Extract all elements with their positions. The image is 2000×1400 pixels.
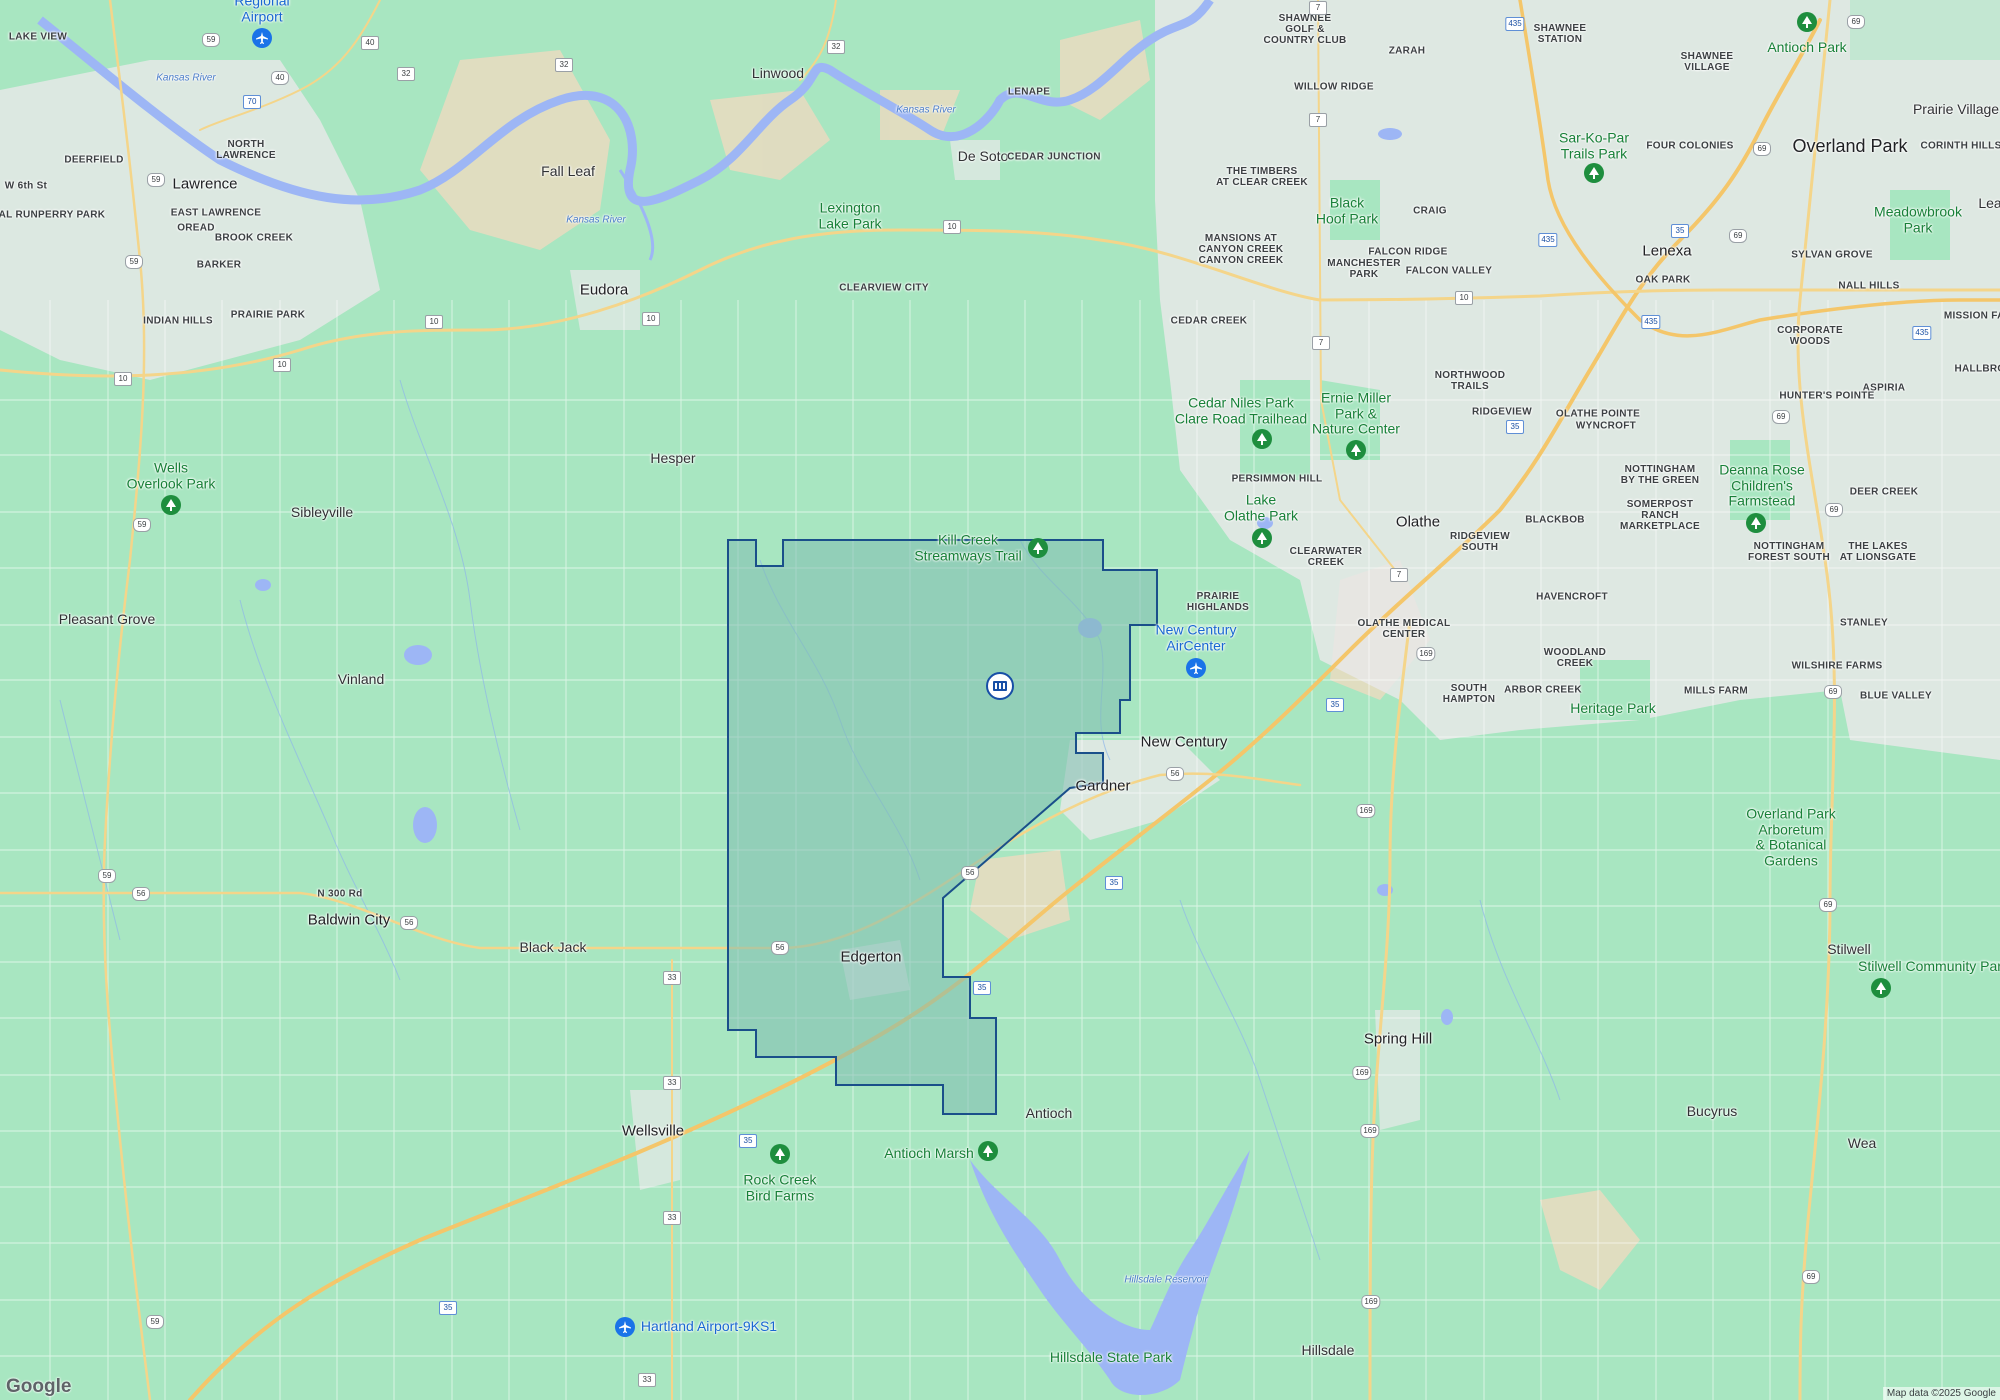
tree-icon[interactable] [1028, 538, 1048, 558]
map-attribution: Map data ©2025 Google [1882, 1387, 2000, 1400]
route-shield-59: 59 [125, 255, 143, 269]
route-shield-7: 7 [1390, 568, 1408, 582]
tree-icon[interactable] [1871, 978, 1891, 998]
route-shield-10: 10 [425, 315, 443, 329]
route-shield-10: 10 [943, 220, 961, 234]
tree-icon[interactable] [1252, 429, 1272, 449]
route-shield-69: 69 [1802, 1270, 1820, 1284]
route-shield-69: 69 [1825, 503, 1843, 517]
tree-icon[interactable] [1797, 12, 1817, 32]
route-shield-56: 56 [132, 887, 150, 901]
tree-icon[interactable] [1746, 513, 1766, 533]
route-shield-435: 435 [1912, 326, 1932, 340]
airplane-icon[interactable] [252, 28, 272, 48]
route-shield-69: 69 [1729, 229, 1747, 243]
route-shield-435: 435 [1538, 233, 1558, 247]
tree-icon[interactable] [161, 495, 181, 515]
tree-icon[interactable] [1346, 440, 1366, 460]
route-shield-35: 35 [1326, 698, 1344, 712]
route-shield-10: 10 [273, 358, 291, 372]
route-shield-7: 7 [1309, 1, 1327, 15]
route-shield-35: 35 [1506, 420, 1524, 434]
route-shield-169: 169 [1352, 1066, 1372, 1080]
tree-icon[interactable] [1252, 528, 1272, 548]
route-shield-56: 56 [771, 941, 789, 955]
route-shield-40: 40 [361, 36, 379, 50]
library-icon[interactable] [986, 672, 1014, 700]
route-shield-33: 33 [663, 971, 681, 985]
route-shield-59: 59 [147, 173, 165, 187]
airplane-icon[interactable] [1186, 658, 1206, 678]
route-shield-169: 169 [1356, 804, 1376, 818]
route-shield-69: 69 [1753, 142, 1771, 156]
route-shield-32: 32 [827, 40, 845, 54]
route-shield-40: 40 [271, 71, 289, 85]
route-shield-33: 33 [638, 1373, 656, 1387]
map-canvas[interactable]: Lawrence Linwood Fall Leaf De Soto Eudora Hes… [0, 0, 2000, 1400]
route-shield-70: 70 [243, 95, 261, 109]
tree-icon[interactable] [978, 1141, 998, 1161]
map-base-layer [0, 0, 2000, 1400]
route-shield-33: 33 [663, 1211, 681, 1225]
route-shield-169: 169 [1361, 1295, 1381, 1309]
route-shield-56: 56 [400, 916, 418, 930]
route-shield-69: 69 [1824, 685, 1842, 699]
route-shield-35: 35 [1671, 224, 1689, 238]
route-shield-59: 59 [202, 33, 220, 47]
tree-icon[interactable] [1584, 163, 1604, 183]
route-shield-35: 35 [439, 1301, 457, 1315]
route-shield-35: 35 [739, 1134, 757, 1148]
route-shield-435: 435 [1641, 315, 1661, 329]
route-shield-10: 10 [1455, 291, 1473, 305]
route-shield-56: 56 [1166, 767, 1184, 781]
route-shield-35: 35 [973, 981, 991, 995]
route-shield-59: 59 [133, 518, 151, 532]
google-logo: Google [6, 1376, 72, 1397]
route-shield-7: 7 [1309, 113, 1327, 127]
route-shield-33: 33 [663, 1076, 681, 1090]
route-shield-10: 10 [642, 312, 660, 326]
route-shield-32: 32 [397, 67, 415, 81]
tree-icon[interactable] [770, 1144, 790, 1164]
route-shield-69: 69 [1819, 898, 1837, 912]
route-shield-69: 69 [1772, 410, 1790, 424]
route-shield-435: 435 [1505, 17, 1525, 31]
route-shield-169: 169 [1360, 1124, 1380, 1138]
route-shield-32: 32 [555, 58, 573, 72]
route-shield-10: 10 [114, 372, 132, 386]
route-shield-69: 69 [1847, 15, 1865, 29]
route-shield-35: 35 [1105, 876, 1123, 890]
route-shield-56: 56 [961, 866, 979, 880]
airplane-icon[interactable] [615, 1317, 635, 1337]
route-shield-7: 7 [1312, 336, 1330, 350]
route-shield-59: 59 [98, 869, 116, 883]
route-shield-59: 59 [146, 1315, 164, 1329]
route-shield-169: 169 [1416, 647, 1436, 661]
